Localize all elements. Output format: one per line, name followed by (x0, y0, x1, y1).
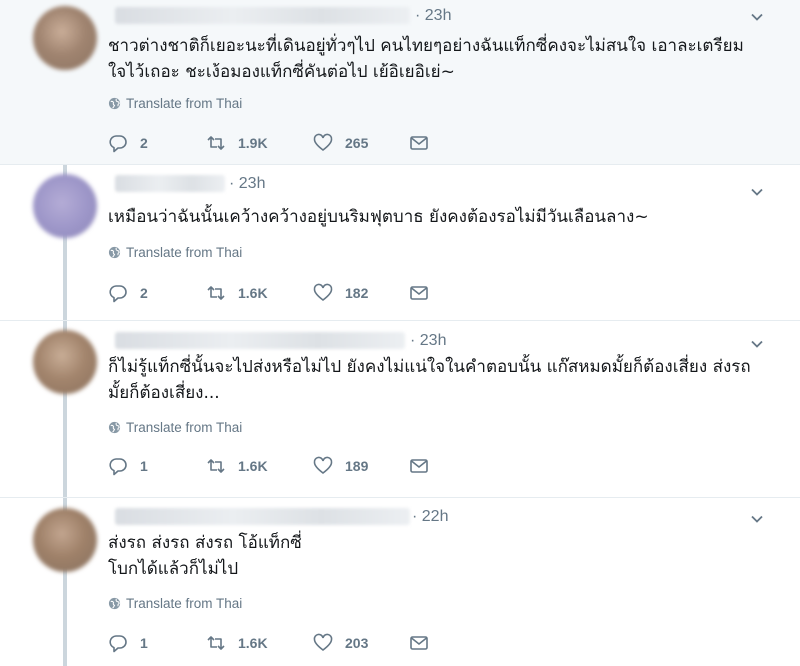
tweet-3[interactable]: · 23h ก็ไม่รู้แท็กซี่นั้นจะไปส่งหรือไม่ไ… (0, 322, 800, 498)
chevron-down-icon[interactable] (750, 512, 764, 526)
globe-icon (108, 246, 121, 259)
globe-icon (108, 421, 121, 434)
tweet-text-line: เหมือนว่าฉันนั้นเคว้างคว้างอยู่บนริมฟุตบ… (108, 207, 649, 227)
translate-link[interactable]: Translate from Thai (108, 245, 242, 260)
retweet-count: 1.6K (238, 635, 268, 651)
heart-icon (313, 133, 333, 152)
reply-button[interactable]: 1 (108, 633, 206, 653)
reply-icon (109, 135, 127, 153)
author-name-blurred[interactable] (115, 7, 410, 24)
heart-icon (313, 633, 333, 652)
retweet-button[interactable]: 1.6K (206, 283, 313, 303)
tweet-actions: 2 1.6K 182 (108, 283, 429, 303)
retweet-icon (207, 636, 225, 650)
direct-message-button[interactable] (409, 133, 429, 153)
envelope-icon (410, 286, 428, 300)
retweet-count: 1.6K (238, 458, 268, 474)
tweet-actions: 1 1.6K 189 (108, 456, 429, 476)
like-button[interactable]: 189 (313, 456, 409, 476)
globe-icon (108, 97, 121, 110)
avatar[interactable] (33, 6, 97, 70)
tweet-text: ส่งรถ ส่งรถ ส่งรถ โอ้แท็กซี่ โบกได้แล้วก… (108, 530, 760, 582)
like-button[interactable]: 203 (313, 633, 409, 653)
reply-button[interactable]: 1 (108, 456, 206, 476)
translate-label: Translate from Thai (126, 596, 243, 611)
chevron-down-icon[interactable] (750, 10, 764, 24)
tweet-timestamp[interactable]: · 23h (410, 332, 446, 350)
retweet-button[interactable]: 1.9K (206, 133, 313, 153)
reply-count: 2 (140, 135, 148, 151)
globe-icon (108, 597, 121, 610)
tweet-text: ชาวต่างชาติก็เยอะนะที่เดินอยู่ทั่วๆไป คน… (108, 33, 760, 85)
tweet-timestamp[interactable]: · 23h (229, 175, 265, 193)
translate-label: Translate from Thai (126, 96, 243, 111)
avatar[interactable] (33, 174, 97, 238)
like-count: 182 (345, 285, 369, 301)
tweet-text-line: โบกได้แล้วก็ไม่ไป (108, 559, 239, 579)
tweet-text-line: ชาวต่างชาติก็เยอะนะที่เดินอยู่ทั่วๆไป คน… (108, 36, 744, 56)
reply-icon (109, 635, 127, 653)
retweet-icon (207, 136, 225, 150)
tweet-actions: 2 1.9K 265 (108, 133, 429, 153)
tweet-text-line: ส่งรถ ส่งรถ ส่งรถ โอ้แท็กซี่ (108, 533, 302, 553)
direct-message-button[interactable] (409, 456, 429, 476)
tweet-text: ก็ไม่รู้แท็กซี่นั้นจะไปส่งหรือไม่ไป ยังค… (108, 354, 760, 406)
reply-count: 1 (140, 635, 148, 651)
reply-icon (109, 285, 127, 303)
like-count: 265 (345, 135, 369, 151)
translate-label: Translate from Thai (126, 245, 243, 260)
chevron-down-icon[interactable] (750, 337, 764, 351)
retweet-icon (207, 459, 225, 473)
tweet-text: เหมือนว่าฉันนั้นเคว้างคว้างอยู่บนริมฟุตบ… (108, 204, 760, 230)
tweet-actions: 1 1.6K 203 (108, 633, 429, 653)
tweet-text-line: มั้ยก็ต้องเสี่ยง... (108, 383, 220, 403)
translate-link[interactable]: Translate from Thai (108, 96, 242, 111)
tweet-timestamp[interactable]: · 23h (415, 7, 451, 25)
like-count: 189 (345, 458, 369, 474)
avatar[interactable] (33, 508, 97, 572)
envelope-icon (410, 636, 428, 650)
author-name-blurred[interactable] (115, 175, 225, 192)
reply-button[interactable]: 2 (108, 133, 206, 153)
retweet-button[interactable]: 1.6K (206, 456, 313, 476)
tweet-4[interactable]: · 22h ส่งรถ ส่งรถ ส่งรถ โอ้แท็กซี่ โบกได… (0, 499, 800, 666)
direct-message-button[interactable] (409, 283, 429, 303)
chevron-down-icon[interactable] (750, 185, 764, 199)
envelope-icon (410, 459, 428, 473)
reply-button[interactable]: 2 (108, 283, 206, 303)
tweet-1[interactable]: · 23h ชาวต่างชาติก็เยอะนะที่เดินอยู่ทั่ว… (0, 0, 800, 165)
reply-count: 1 (140, 458, 148, 474)
direct-message-button[interactable] (409, 633, 429, 653)
translate-label: Translate from Thai (126, 420, 243, 435)
envelope-icon (410, 136, 428, 150)
reply-icon (109, 458, 127, 476)
tweet-timestamp[interactable]: · 22h (412, 508, 448, 526)
author-name-blurred[interactable] (115, 508, 410, 525)
heart-icon (313, 456, 333, 475)
avatar[interactable] (33, 330, 97, 394)
tweet-text-line: ก็ไม่รู้แท็กซี่นั้นจะไปส่งหรือไม่ไป ยังค… (108, 357, 751, 377)
heart-icon (313, 283, 333, 302)
retweet-button[interactable]: 1.6K (206, 633, 313, 653)
author-name-blurred[interactable] (115, 332, 405, 349)
reply-count: 2 (140, 285, 148, 301)
like-button[interactable]: 265 (313, 133, 409, 153)
retweet-count: 1.9K (238, 135, 268, 151)
translate-link[interactable]: Translate from Thai (108, 596, 242, 611)
retweet-icon (207, 286, 225, 300)
like-count: 203 (345, 635, 369, 651)
like-button[interactable]: 182 (313, 283, 409, 303)
translate-link[interactable]: Translate from Thai (108, 420, 242, 435)
retweet-count: 1.6K (238, 285, 268, 301)
tweet-2[interactable]: · 23h เหมือนว่าฉันนั้นเคว้างคว้างอยู่บนร… (0, 166, 800, 321)
tweet-text-line: ใจไว้เถอะ ชะเง้อมองแท็กซี่คันต่อไป เย้อิ… (108, 62, 455, 82)
